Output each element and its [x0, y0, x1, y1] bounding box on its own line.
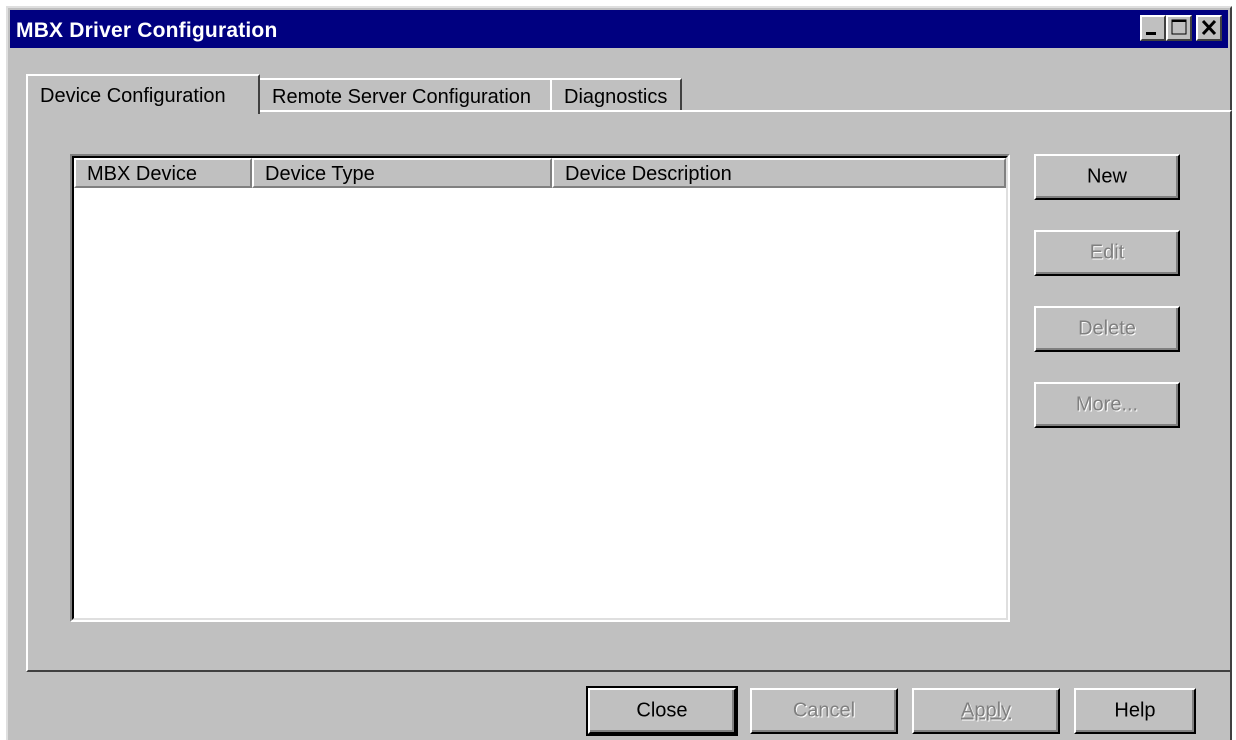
minimize-button[interactable] [1140, 15, 1166, 41]
cancel-button[interactable]: Cancel [750, 688, 898, 734]
more-button-label: More... [1075, 393, 1139, 416]
close-button[interactable]: Close [586, 686, 738, 736]
tab-label: Diagnostics [564, 86, 668, 108]
active-tab-join [28, 108, 256, 112]
apply-button-label: Apply [960, 699, 1012, 722]
column-header-device-description[interactable]: Device Description [552, 158, 1006, 188]
minimize-icon [1146, 32, 1156, 35]
close-icon [1201, 19, 1217, 36]
column-header-label: MBX Device [87, 163, 198, 185]
more-button[interactable]: More... [1034, 382, 1180, 428]
column-header-label: Device Type [265, 163, 375, 185]
title-bar[interactable]: MBX Driver Configuration [10, 10, 1228, 48]
tab-label: Remote Server Configuration [272, 86, 532, 108]
tab-diagnostics[interactable]: Diagnostics [550, 78, 682, 112]
delete-button[interactable]: Delete [1034, 306, 1180, 352]
edit-button[interactable]: Edit [1034, 230, 1180, 276]
edit-button-label: Edit [1089, 241, 1125, 264]
delete-button-label: Delete [1078, 317, 1136, 340]
mbx-driver-configuration-window: MBX Driver Configuration Device Configur… [6, 6, 1232, 740]
column-header-label: Device Description [565, 163, 732, 185]
apply-button[interactable]: Apply [912, 688, 1060, 734]
tab-remote-server-configuration[interactable]: Remote Server Configuration [258, 78, 552, 112]
close-button-label: Close [636, 699, 688, 722]
device-list-body[interactable]: MBX Device Device Type Device Descriptio… [72, 156, 1008, 620]
cancel-button-label: Cancel [792, 699, 856, 722]
close-window-button[interactable] [1196, 15, 1222, 41]
device-list[interactable]: MBX Device Device Type Device Descriptio… [70, 154, 1010, 622]
new-button-label: New [1086, 165, 1127, 188]
column-header-device-type[interactable]: Device Type [252, 158, 552, 188]
maximize-icon [1171, 19, 1187, 35]
window-title: MBX Driver Configuration [16, 19, 278, 42]
help-button[interactable]: Help [1074, 688, 1196, 734]
tab-label: Device Configuration [40, 85, 226, 107]
column-header-mbx-device[interactable]: MBX Device [74, 158, 252, 188]
help-button-label: Help [1114, 699, 1156, 722]
maximize-button[interactable] [1166, 15, 1192, 41]
device-configuration-panel: MBX Device Device Type Device Descriptio… [26, 110, 1232, 672]
new-button[interactable]: New [1034, 154, 1180, 200]
